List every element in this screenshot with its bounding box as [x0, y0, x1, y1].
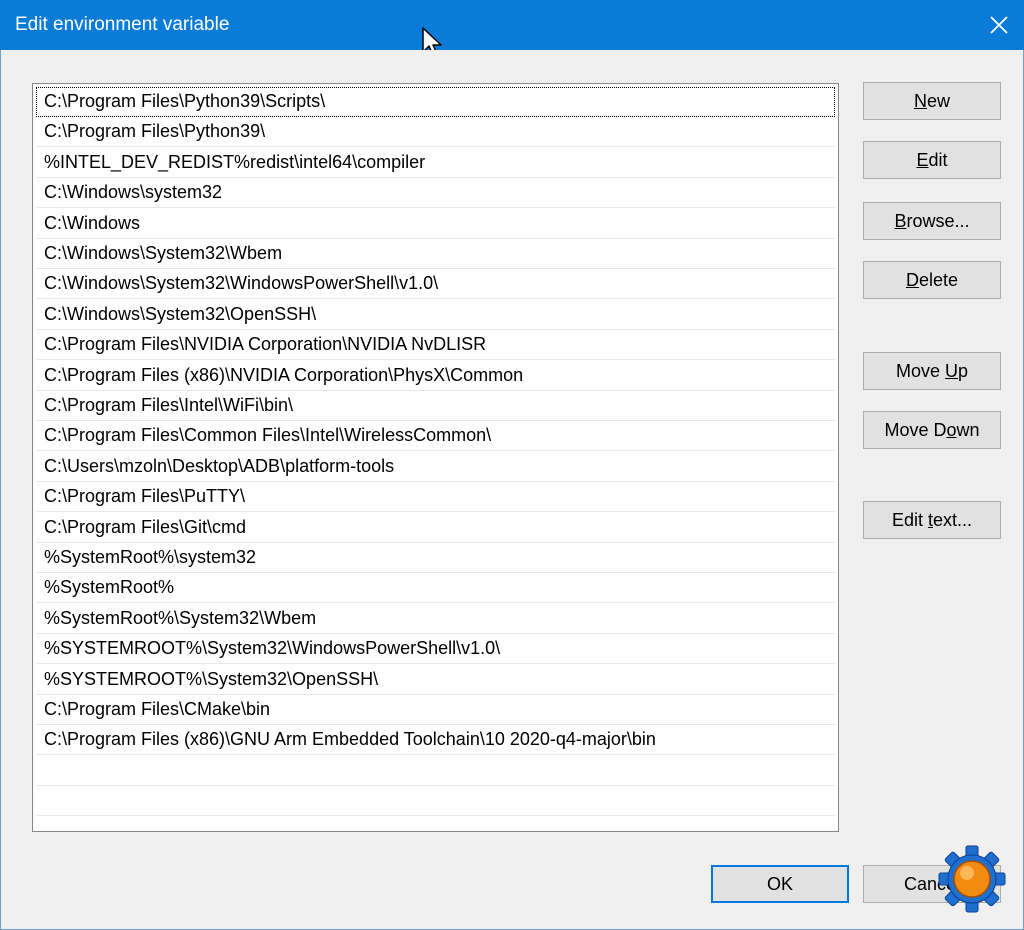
path-list-item[interactable]: %SYSTEMROOT%\System32\OpenSSH\	[36, 665, 835, 695]
path-list-item[interactable]: C:\Program Files\PuTTY\	[36, 482, 835, 513]
path-list-item[interactable]: C:\Program Files\Python39\	[36, 117, 835, 148]
path-list-item[interactable]: C:\Windows\System32\WindowsPowerShell\v1…	[36, 269, 835, 300]
path-list-item[interactable]: %SystemRoot%\system32	[36, 543, 835, 573]
path-list-item[interactable]: %SYSTEMROOT%\System32\WindowsPowerShell\…	[36, 634, 835, 665]
path-list[interactable]: C:\Program Files\Python39\Scripts\ C:\Pro…	[32, 83, 839, 832]
path-list-item[interactable]: %SystemRoot%\System32\Wbem	[36, 604, 835, 634]
ok-button[interactable]: OK	[711, 865, 849, 903]
path-list-item[interactable]: C:\Windows	[36, 209, 835, 239]
gear-icon	[938, 845, 1006, 913]
title-bar: Edit environment variable	[0, 0, 1024, 50]
path-list-item[interactable]: C:\Program Files\NVIDIA Corporation\NVID…	[36, 330, 835, 361]
path-list-item[interactable]: C:\Program Files\Intel\WiFi\bin\	[36, 391, 835, 421]
close-button[interactable]	[974, 0, 1024, 50]
move-up-button[interactable]: Move Up	[863, 352, 1001, 390]
path-list-item[interactable]: C:\Program Files\CMake\bin	[36, 695, 835, 725]
browse-button[interactable]: Browse...	[863, 202, 1001, 240]
path-list-item[interactable]: %INTEL_DEV_REDIST%redist\intel64\compile…	[36, 148, 835, 178]
window-title: Edit environment variable	[15, 14, 230, 35]
path-list-item[interactable]: C:\Program Files\Python39\Scripts\	[36, 87, 835, 117]
dialog-body: C:\Program Files\Python39\Scripts\ C:\Pro…	[0, 50, 1024, 930]
path-list-item[interactable]: C:\Windows\System32\OpenSSH\	[36, 300, 835, 330]
empty-list-row[interactable]	[36, 786, 835, 817]
delete-button[interactable]: Delete	[863, 261, 1001, 299]
empty-list-row[interactable]	[36, 756, 835, 786]
path-list-item[interactable]: C:\Windows\system32	[36, 178, 835, 209]
new-button[interactable]: New	[863, 82, 1001, 120]
move-down-button[interactable]: Move Down	[863, 411, 1001, 449]
path-list-item[interactable]: C:\Users\mzoln\Desktop\ADB\platform-tool…	[36, 452, 835, 482]
edit-text-button[interactable]: Edit text...	[863, 501, 1001, 539]
close-icon	[990, 16, 1008, 34]
path-list-item[interactable]: %SystemRoot%	[36, 573, 835, 604]
path-list-item[interactable]: C:\Program Files\Common Files\Intel\Wire…	[36, 421, 835, 452]
path-list-item[interactable]: C:\Program Files (x86)\NVIDIA Corporatio…	[36, 361, 835, 391]
path-list-item[interactable]: C:\Program Files\Git\cmd	[36, 513, 835, 543]
edit-button[interactable]: Edit	[863, 141, 1001, 179]
path-list-item[interactable]: C:\Program Files (x86)\GNU Arm Embedded …	[36, 725, 835, 756]
path-list-item[interactable]: C:\Windows\System32\Wbem	[36, 239, 835, 269]
